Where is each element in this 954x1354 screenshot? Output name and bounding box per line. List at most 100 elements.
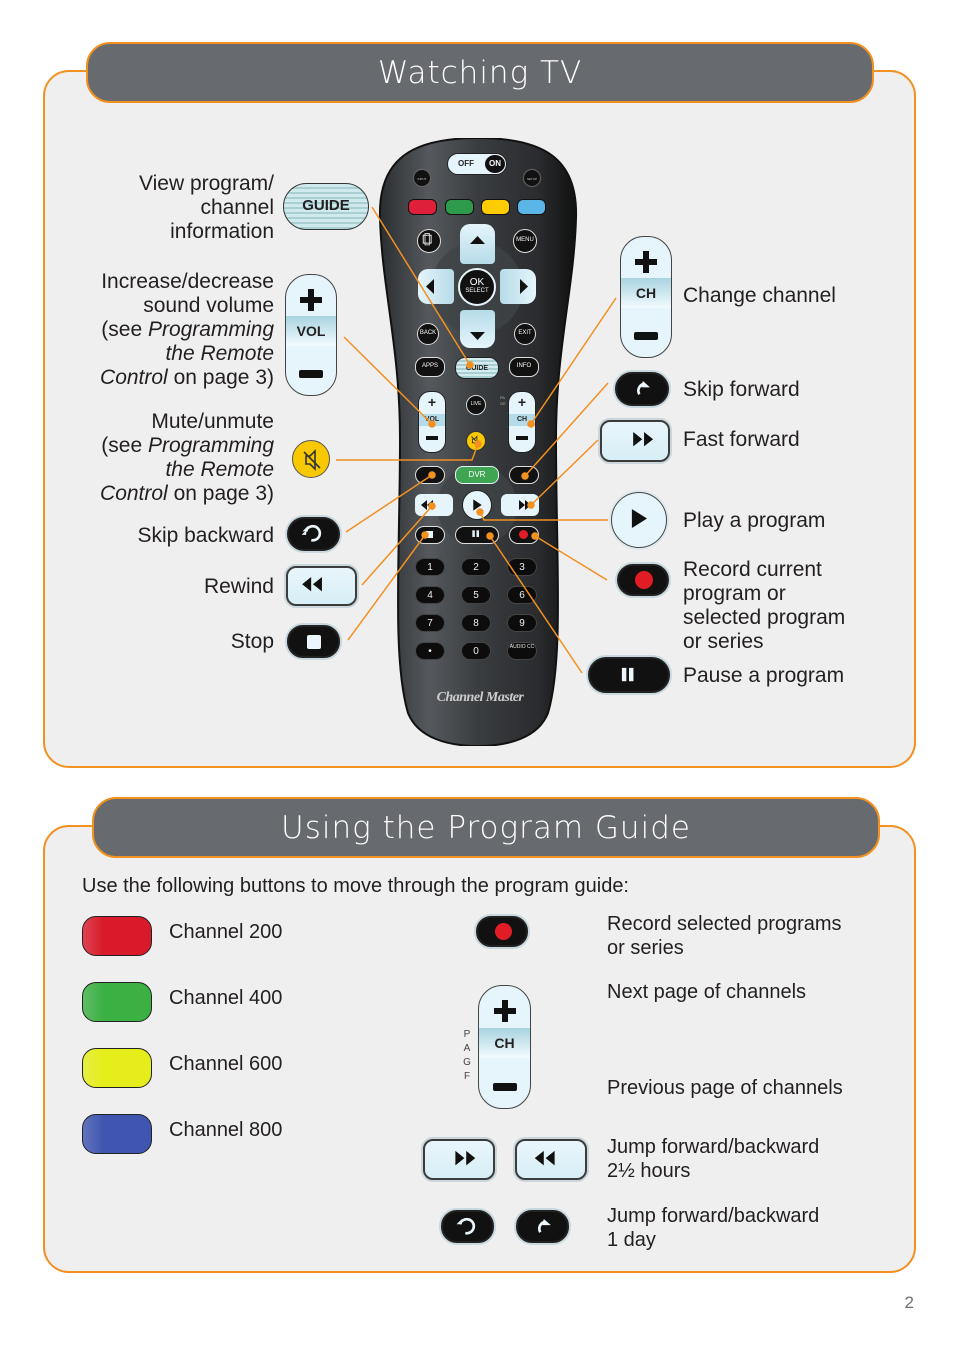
volume-desc-text: (see: [101, 318, 148, 341]
rewind-callout-button: [286, 566, 357, 606]
play-icon: [473, 499, 482, 511]
plus-icon: [635, 251, 657, 273]
exit-button[interactable]: EXIT: [514, 323, 536, 345]
volume-desc-line: sound volume: [143, 294, 274, 317]
plus-icon: [300, 289, 322, 311]
record-desc-line: selected program: [683, 606, 846, 629]
digit-button[interactable]: 3: [507, 558, 537, 576]
pause-button[interactable]: [455, 526, 499, 544]
rewind-icon: [302, 577, 322, 592]
color-key-label: Channel 400: [169, 987, 283, 1009]
fast-forward-button[interactable]: [501, 494, 539, 516]
rewind-button[interactable]: [415, 494, 453, 516]
page-letter: P: [463, 1029, 471, 1040]
page-letter: G: [463, 1057, 471, 1068]
mute-desc-text: on page 3): [167, 482, 274, 505]
right-button[interactable]: [500, 269, 536, 304]
record-button[interactable]: [509, 526, 539, 544]
jump-day-line: 1 day: [607, 1229, 656, 1251]
change-channel-label: Change channel: [683, 284, 836, 307]
skip-backward-callout-button: [287, 517, 340, 551]
ok-select-button[interactable]: OK SELECT: [458, 268, 496, 306]
skip-backward-button[interactable]: [415, 466, 445, 484]
record-callout-button: [617, 564, 669, 596]
digit-button[interactable]: 2: [461, 558, 491, 576]
digit-button[interactable]: 0: [461, 642, 491, 660]
red-button[interactable]: [408, 199, 437, 215]
back-button[interactable]: BACK: [417, 323, 439, 345]
vol-callout-button: VOL: [285, 274, 337, 396]
color-key-swatch: [82, 1048, 152, 1088]
ok-label: OK: [469, 277, 485, 288]
volume-desc-italic: Control: [100, 366, 168, 389]
vol-rocker[interactable]: + VOL: [418, 391, 446, 453]
digit-button[interactable]: 7: [415, 614, 445, 632]
pause-icon: [472, 530, 479, 537]
digit-button[interactable]: 5: [461, 586, 491, 604]
record-desc-line: Record current: [683, 558, 822, 581]
record-description: Record current program or selected progr…: [683, 558, 845, 654]
brand-logo: Channel Master: [436, 690, 524, 705]
page-label: PAGE: [500, 395, 506, 406]
ff-guide-button: [423, 1139, 495, 1180]
digit-label: 1: [427, 562, 433, 573]
ch-guide-label: CH: [479, 1028, 530, 1059]
fast-forward-icon: [633, 431, 654, 447]
page-letter: F: [463, 1071, 471, 1082]
volume-desc-italic: the Remote: [165, 342, 274, 365]
info-label: INFO: [516, 363, 532, 369]
record-guide-desc-line: Record selected programs: [607, 913, 842, 935]
skip-forward-button[interactable]: [509, 466, 539, 484]
ch-page-guide-button: CH: [478, 985, 531, 1109]
green-button[interactable]: [445, 199, 474, 215]
mute-callout-button: [292, 440, 330, 478]
mute-icon: [471, 435, 481, 447]
digit-button[interactable]: •: [415, 642, 445, 660]
select-label: SELECT: [465, 288, 489, 294]
digit-label: 5: [473, 590, 479, 601]
down-button[interactable]: [460, 310, 495, 348]
menu-button[interactable]: MENU: [513, 229, 537, 253]
live-button[interactable]: LIVE: [466, 395, 486, 415]
ch-rocker[interactable]: + CH: [508, 391, 536, 453]
yellow-button[interactable]: [481, 199, 510, 215]
jump-hours-line: Jump forward/backward: [607, 1136, 820, 1158]
stop-button[interactable]: [415, 526, 445, 544]
dvr-button[interactable]: DVR: [455, 466, 499, 484]
digit-button[interactable]: 8: [461, 614, 491, 632]
input-button[interactable]: INPUT: [413, 169, 431, 187]
picture-button[interactable]: [417, 229, 441, 253]
skip-forward-label: Skip forward: [683, 378, 800, 401]
digit-button[interactable]: 6: [507, 586, 537, 604]
plus-icon: +: [427, 394, 437, 410]
apps-button[interactable]: APPS: [415, 357, 445, 377]
up-button[interactable]: [460, 224, 495, 264]
guide-button[interactable]: GUIDE: [455, 357, 499, 379]
fast-forward-icon: [519, 500, 531, 510]
minus-icon: [634, 332, 658, 340]
color-key-label: Channel 200: [169, 921, 283, 943]
info-button[interactable]: INFO: [509, 357, 539, 377]
digit-button[interactable]: 9: [507, 614, 537, 632]
page-letters: P A G F: [462, 1028, 472, 1084]
skip-forward-icon: [538, 1219, 551, 1233]
mute-desc-line: Mute/unmute: [151, 410, 274, 433]
setup-button[interactable]: SETUP: [523, 169, 541, 187]
mute-button[interactable]: [466, 431, 486, 451]
prev-page-label: Previous page of channels: [607, 1077, 843, 1099]
blue-button[interactable]: [517, 199, 546, 215]
fast-forward-label: Fast forward: [683, 428, 800, 451]
stop-label: Stop: [230, 630, 274, 653]
power-toggle[interactable]: OFF ON: [447, 153, 507, 175]
play-button[interactable]: [462, 490, 492, 520]
minus-icon: [299, 370, 323, 378]
arrow-up-icon: [470, 236, 485, 244]
digit-button[interactable]: AUDIO CC: [507, 642, 537, 660]
digit-button[interactable]: 1: [415, 558, 445, 576]
guide-callout-button: GUIDE: [283, 183, 369, 230]
left-button[interactable]: [418, 269, 454, 304]
volume-description: Increase/decrease sound volume (see Prog…: [60, 270, 274, 390]
mute-icon: [303, 449, 321, 471]
digit-button[interactable]: 4: [415, 586, 445, 604]
record-guide-desc-line: or series: [607, 937, 684, 959]
